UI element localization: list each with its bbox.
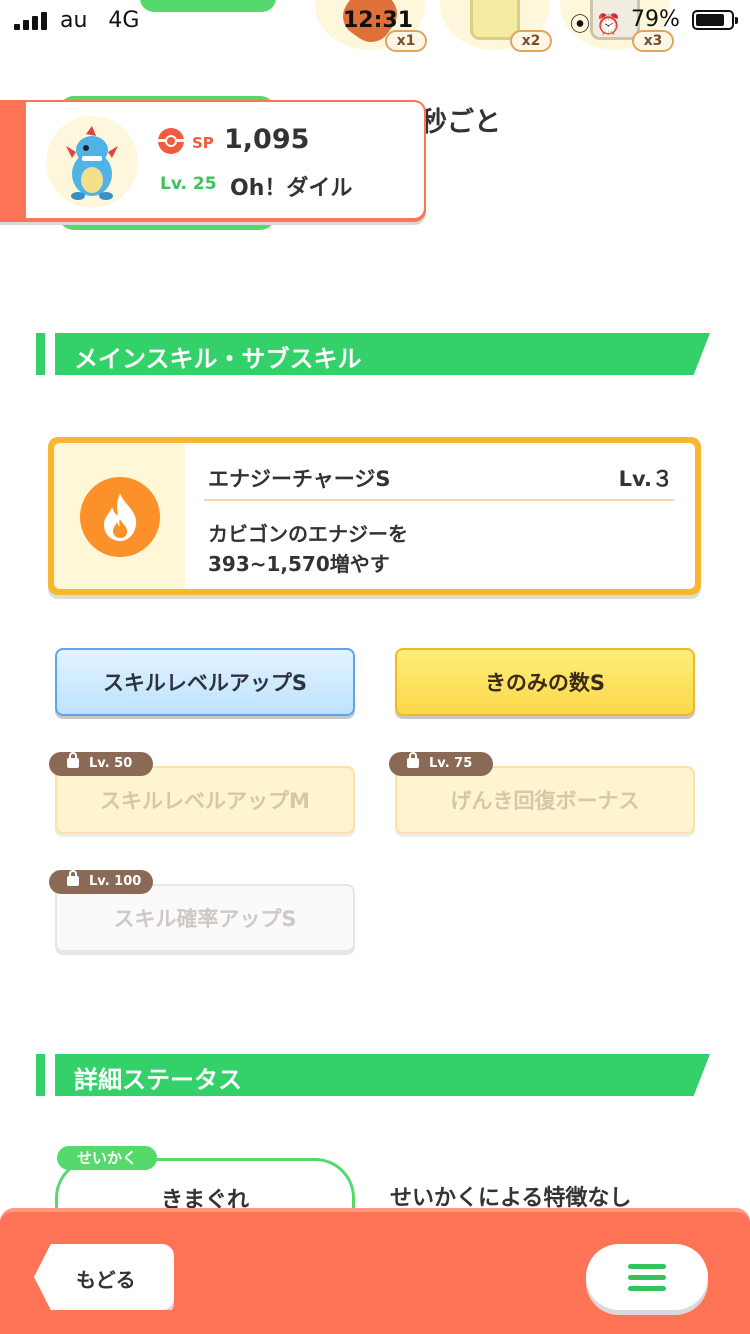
unlock-level-badge: Lv. 50 [49, 752, 153, 776]
battery-icon [692, 10, 738, 30]
carrier-label: au 4G [60, 8, 140, 33]
background-text-fragment: 秒ごと [420, 107, 501, 138]
back-button[interactable]: もどる [34, 1244, 174, 1310]
unlock-level-badge: Lv. 100 [49, 870, 153, 894]
pokemon-name: Oh！ダイル [230, 176, 353, 201]
sp-icon [158, 128, 184, 154]
main-skill-level: Lv.３ [618, 467, 673, 491]
lock-icon [407, 752, 419, 768]
sub-skill-button-2[interactable]: きのみの数S [395, 648, 695, 716]
bottom-bar: もどる [0, 1208, 750, 1334]
lock-icon [67, 752, 79, 768]
sp-value: 1,095 [224, 124, 310, 155]
sub-skill-button-3-locked[interactable]: スキルレベルアップM [55, 766, 355, 834]
section-header-skills: メインスキル・サブスキル [36, 333, 710, 375]
section-title: 詳細ステータス [74, 1066, 242, 1094]
pokemon-level: Lv. 25 [160, 174, 217, 194]
lock-icon [67, 870, 79, 886]
sub-skill-button-1[interactable]: スキルレベルアップS [55, 648, 355, 716]
main-skill-name: エナジーチャージS [208, 467, 391, 491]
menu-button[interactable] [586, 1244, 708, 1310]
unlock-level-badge: Lv. 75 [389, 752, 493, 776]
flame-icon [80, 477, 160, 557]
divider [204, 499, 674, 501]
lock-alarm-icons: ⦿ ⏰ [570, 12, 622, 36]
pokemon-header-card[interactable]: SP 1,095 Lv. 25 Oh！ダイル [0, 100, 426, 222]
sp-label: SP [192, 134, 214, 152]
nature-tag: せいかく [57, 1146, 158, 1170]
section-title: メインスキル・サブスキル [74, 345, 362, 373]
main-skill-description: カビゴンのエナジーを 393~1,570増やす [208, 522, 408, 576]
sub-skill-button-5-locked[interactable]: スキル確率アップS [55, 884, 355, 952]
sub-skill-button-4-locked[interactable]: げんき回復ボーナス [395, 766, 695, 834]
status-bar: au 4G 12:31 ⦿ ⏰ 79% [0, 0, 750, 40]
back-button-label: もどる [76, 1268, 136, 1292]
pokemon-avatar [46, 116, 138, 208]
section-header-status: 詳細ステータス [36, 1054, 710, 1096]
status-time: 12:31 [343, 8, 414, 33]
battery-percent: 79% [631, 7, 680, 32]
main-skill-card[interactable]: エナジーチャージS Lv.３ カビゴンのエナジーを 393~1,570増やす [48, 437, 701, 595]
signal-icon [14, 12, 48, 30]
